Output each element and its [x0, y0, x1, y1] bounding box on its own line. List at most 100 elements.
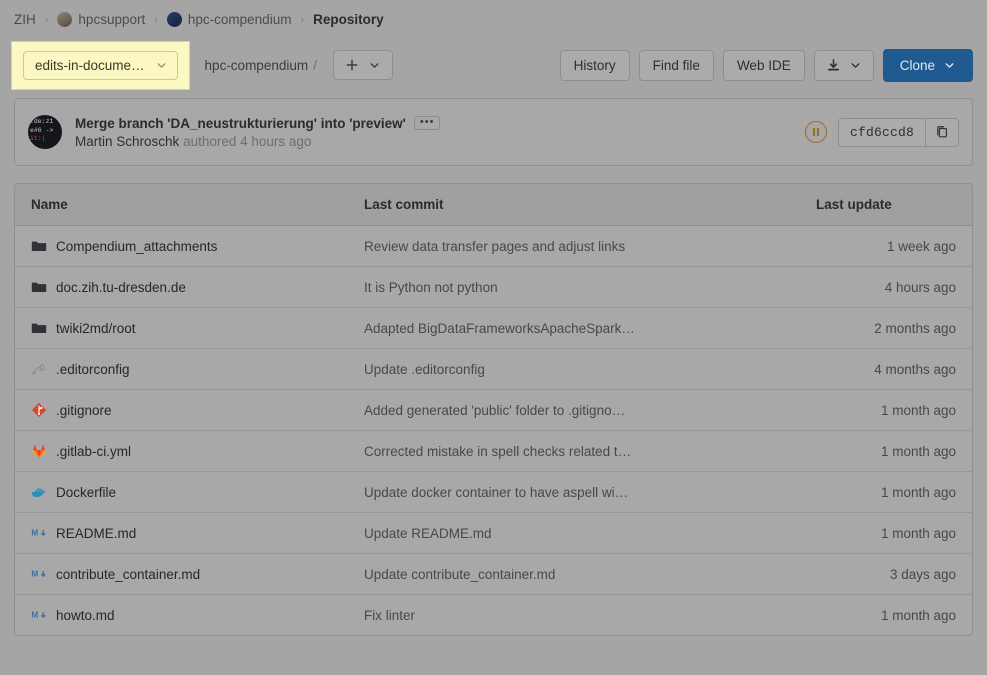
file-name-cell: Mcontribute_container.md [15, 553, 348, 595]
breadcrumb-label: ZIH [14, 12, 36, 27]
table-row[interactable]: .editorconfig Update .editorconfig 4 month… [15, 348, 972, 390]
table-row[interactable]: Dockerfile Update docker container to hav… [15, 471, 972, 513]
clipboard-icon [937, 126, 947, 138]
commit-description-toggle[interactable]: ••• [413, 116, 441, 130]
table-row[interactable]: Compendium_attachments Review data transf… [15, 225, 972, 267]
web-ide-button[interactable]: Web IDE [722, 49, 805, 81]
table-row[interactable]: .gitlab-ci.yml Corrected mistake in spell… [15, 430, 972, 472]
last-commit-message[interactable]: Update README.md [348, 512, 800, 554]
branch-selector-label: edits-in-docume… [35, 57, 145, 73]
file-name-link[interactable]: .editorconfig [56, 362, 130, 377]
file-name-link[interactable]: Dockerfile [56, 485, 116, 500]
path-root-label[interactable]: hpc-compendium [205, 58, 309, 73]
last-commit-message[interactable]: Review data transfer pages and adjust li… [348, 225, 800, 267]
commit-right-group: cfd6ccd8 [804, 117, 959, 147]
table-row[interactable]: M README.md Update README.md 1 month ago [15, 512, 972, 554]
file-name-link[interactable]: README.md [56, 526, 136, 541]
table-row[interactable]: twiki2md/root Adapted BigDataFrameworksAp… [15, 307, 972, 349]
chevron-down-icon [370, 62, 379, 68]
history-button[interactable]: History [559, 49, 630, 81]
file-name-wrapper: twiki2md/root [31, 320, 332, 336]
breadcrumb-item-hpcsupport[interactable]: hpcsupport [57, 12, 145, 27]
docker-icon [31, 484, 47, 500]
last-update-time: 4 months ago [800, 348, 972, 390]
copy-sha-button[interactable] [925, 118, 958, 146]
repository-toolbar: edits-in-docume… hpc-compendium / History… [0, 39, 987, 91]
repository-path: hpc-compendium / [205, 58, 322, 73]
last-commit-message[interactable]: Adapted BigDataFrameworksApacheSpark… [348, 307, 800, 349]
file-name-wrapper: .editorconfig [31, 361, 332, 377]
folder-icon [31, 320, 47, 336]
file-name-cell: Mhowto.md [15, 595, 348, 636]
table-row[interactable]: Mhowto.md Fix linter 1 month ago [15, 595, 972, 636]
last-commit-message[interactable]: Added generated 'public' folder to .giti… [348, 389, 800, 431]
table-row[interactable]: Mcontribute_container.md Update contribut… [15, 553, 972, 595]
last-update-time: 2 months ago [800, 307, 972, 349]
file-name-cell: twiki2md/root [15, 307, 348, 349]
file-name-link[interactable]: .gitlab-ci.yml [56, 444, 131, 459]
file-name-link[interactable]: doc.zih.tu-dresden.de [56, 280, 186, 295]
author-avatar: .de:z1 e#6 -> it:(i [28, 115, 62, 149]
file-name-wrapper: Mhowto.md [31, 607, 332, 623]
commit-sha[interactable]: cfd6ccd8 [839, 119, 925, 146]
file-name-wrapper: M README.md [31, 525, 332, 541]
path-separator: / [313, 57, 317, 73]
breadcrumb-item-hpc-compendium[interactable]: hpc-compendium [166, 12, 292, 27]
column-header-last-commit: Last commit [348, 184, 800, 226]
table-row[interactable]: .gitignore Added generated 'public' folde… [15, 389, 972, 431]
last-commit-message[interactable]: Fix linter [348, 595, 800, 636]
file-name-link[interactable]: contribute_container.md [56, 567, 200, 582]
file-table-header-row: Name Last commit Last update [15, 184, 972, 226]
commit-title[interactable]: Merge branch 'DA_neustrukturierung' into… [75, 116, 406, 131]
markdown-icon: M [31, 607, 47, 623]
last-commit-card: .de:z1 e#6 -> it:(i Merge branch 'DA_neu… [14, 98, 973, 166]
file-name-cell: Compendium_attachments [15, 225, 348, 267]
svg-text:M: M [31, 611, 38, 620]
chevron-down-icon [945, 62, 954, 68]
branch-selector-highlight: edits-in-docume… [11, 40, 190, 90]
file-table: Name Last commit Last update Compendium_… [15, 184, 972, 635]
table-row[interactable]: doc.zih.tu-dresden.de It is Python not py… [15, 266, 972, 308]
commit-sha-group: cfd6ccd8 [837, 117, 959, 147]
commit-meta: Martin Schroschk authored 4 hours ago [75, 134, 440, 149]
file-name-link[interactable]: twiki2md/root [56, 321, 136, 336]
folder-icon [31, 238, 47, 254]
last-commit-message[interactable]: Update docker container to have aspell w… [348, 471, 800, 513]
download-button[interactable] [813, 49, 874, 81]
breadcrumb-label: hpc-compendium [187, 12, 292, 27]
last-commit-message[interactable]: Update .editorconfig [348, 348, 800, 390]
last-commit-message[interactable]: It is Python not python [348, 266, 800, 308]
last-update-time: 1 month ago [800, 430, 972, 472]
last-commit-message[interactable]: Update contribute_container.md [348, 553, 800, 595]
commit-author[interactable]: Martin Schroschk [75, 134, 179, 149]
chevron-down-icon [851, 62, 860, 68]
file-name-link[interactable]: Compendium_attachments [56, 239, 217, 254]
last-commit-message[interactable]: Corrected mistake in spell checks relate… [348, 430, 800, 472]
file-name-wrapper: Compendium_attachments [31, 238, 332, 254]
file-name-cell: .editorconfig [15, 348, 348, 390]
file-name-cell: Dockerfile [15, 471, 348, 513]
clone-button[interactable]: Clone [882, 48, 973, 82]
plus-icon [346, 59, 358, 71]
gitlab-icon [31, 443, 47, 459]
last-update-time: 1 month ago [800, 389, 972, 431]
markdown-icon: M [31, 525, 47, 541]
breadcrumb-item-zih[interactable]: ZIH [14, 12, 36, 27]
file-name-link[interactable]: howto.md [56, 608, 115, 623]
column-header-name: Name [15, 184, 348, 226]
column-header-last-update: Last update [800, 184, 972, 226]
add-to-repository-button[interactable] [332, 50, 393, 80]
breadcrumb-separator: › [300, 13, 305, 26]
markdown-icon: M [31, 566, 47, 582]
folder-icon [31, 279, 47, 295]
find-file-button[interactable]: Find file [638, 49, 714, 81]
branch-selector-button[interactable]: edits-in-docume… [23, 50, 178, 80]
pipeline-status-pending-icon[interactable] [804, 121, 827, 143]
file-name-wrapper: .gitignore [31, 402, 332, 418]
breadcrumb-item-repository[interactable]: Repository [313, 12, 384, 27]
last-update-time: 3 days ago [800, 553, 972, 595]
group-avatar [57, 12, 73, 27]
file-name-link[interactable]: .gitignore [56, 403, 112, 418]
chevron-down-icon [157, 62, 165, 68]
last-update-time: 4 hours ago [800, 266, 972, 308]
